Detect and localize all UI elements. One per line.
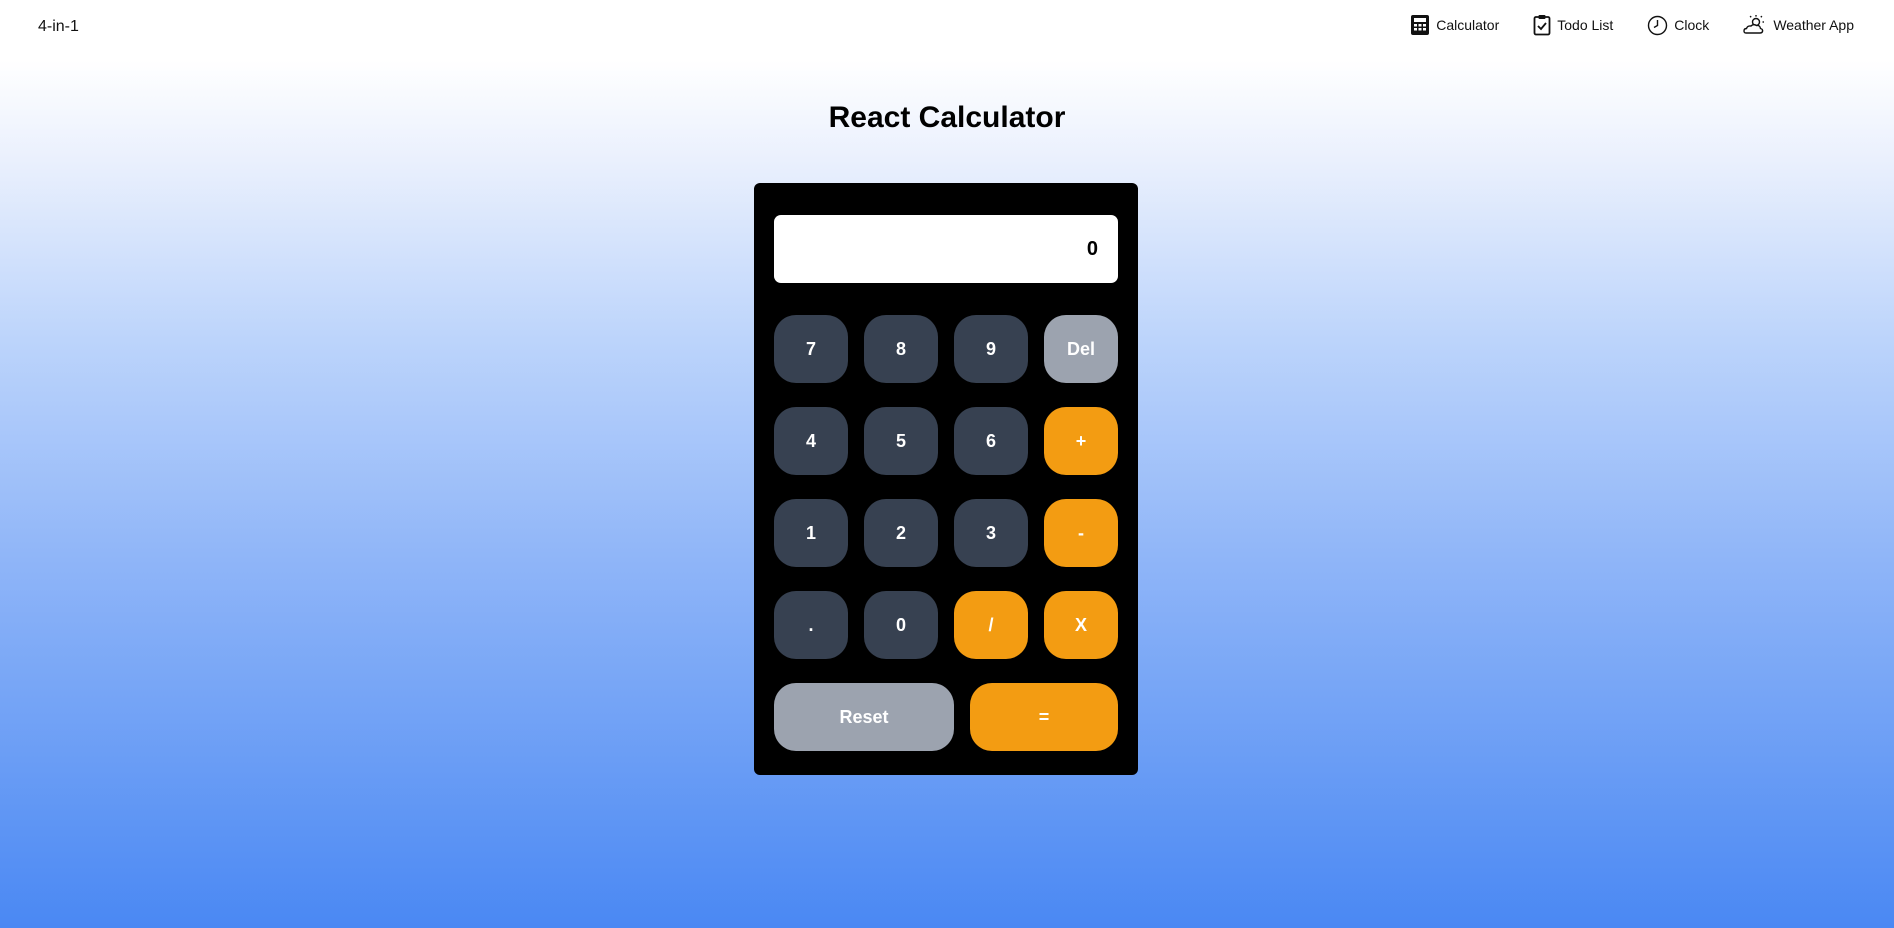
top-navbar: 4-in-1 Calculator Todo List Clock Weathe… [0, 0, 1894, 56]
clipboard-check-icon [1533, 14, 1551, 36]
key-6-button[interactable]: 6 [954, 407, 1028, 475]
key-9-button[interactable]: 9 [954, 315, 1028, 383]
clock-icon [1647, 15, 1668, 36]
nav-item-label: Todo List [1557, 17, 1614, 33]
nav-item-clock[interactable]: Clock [1647, 15, 1709, 36]
key-5-button[interactable]: 5 [864, 407, 938, 475]
reset-button[interactable]: Reset [774, 683, 954, 751]
key-0-button[interactable]: 0 [864, 591, 938, 659]
nav-item-weather-app[interactable]: Weather App [1743, 14, 1854, 36]
sun-cloud-icon [1743, 14, 1767, 36]
nav-item-todo-list[interactable]: Todo List [1533, 14, 1613, 36]
key-4-button[interactable]: 4 [774, 407, 848, 475]
decimal-point-button[interactable]: . [774, 591, 848, 659]
multiply-button[interactable]: X [1044, 591, 1118, 659]
nav-item-calculator[interactable]: Calculator [1410, 14, 1499, 36]
calculator-display: 0 [774, 215, 1118, 283]
add-button[interactable]: + [1044, 407, 1118, 475]
key-1-button[interactable]: 1 [774, 499, 848, 567]
subtract-button[interactable]: - [1044, 499, 1118, 567]
page-title: React Calculator [828, 101, 1066, 134]
calculator-panel: 0 7 8 9 Del 4 5 6 + 1 2 3 - . 0 / X Rese… [754, 183, 1138, 775]
key-3-button[interactable]: 3 [954, 499, 1028, 567]
delete-button[interactable]: Del [1044, 315, 1118, 383]
nav-item-label: Weather App [1773, 17, 1854, 33]
key-2-button[interactable]: 2 [864, 499, 938, 567]
nav-item-label: Clock [1674, 17, 1710, 33]
key-8-button[interactable]: 8 [864, 315, 938, 383]
divide-button[interactable]: / [954, 591, 1028, 659]
key-7-button[interactable]: 7 [774, 315, 848, 383]
brand-logo-text[interactable]: 4-in-1 [38, 18, 79, 36]
nav-links: Calculator Todo List Clock Weather App [1376, 14, 1854, 36]
nav-item-label: Calculator [1436, 17, 1500, 33]
equals-button[interactable]: = [970, 683, 1118, 751]
calculator-icon [1410, 14, 1430, 36]
